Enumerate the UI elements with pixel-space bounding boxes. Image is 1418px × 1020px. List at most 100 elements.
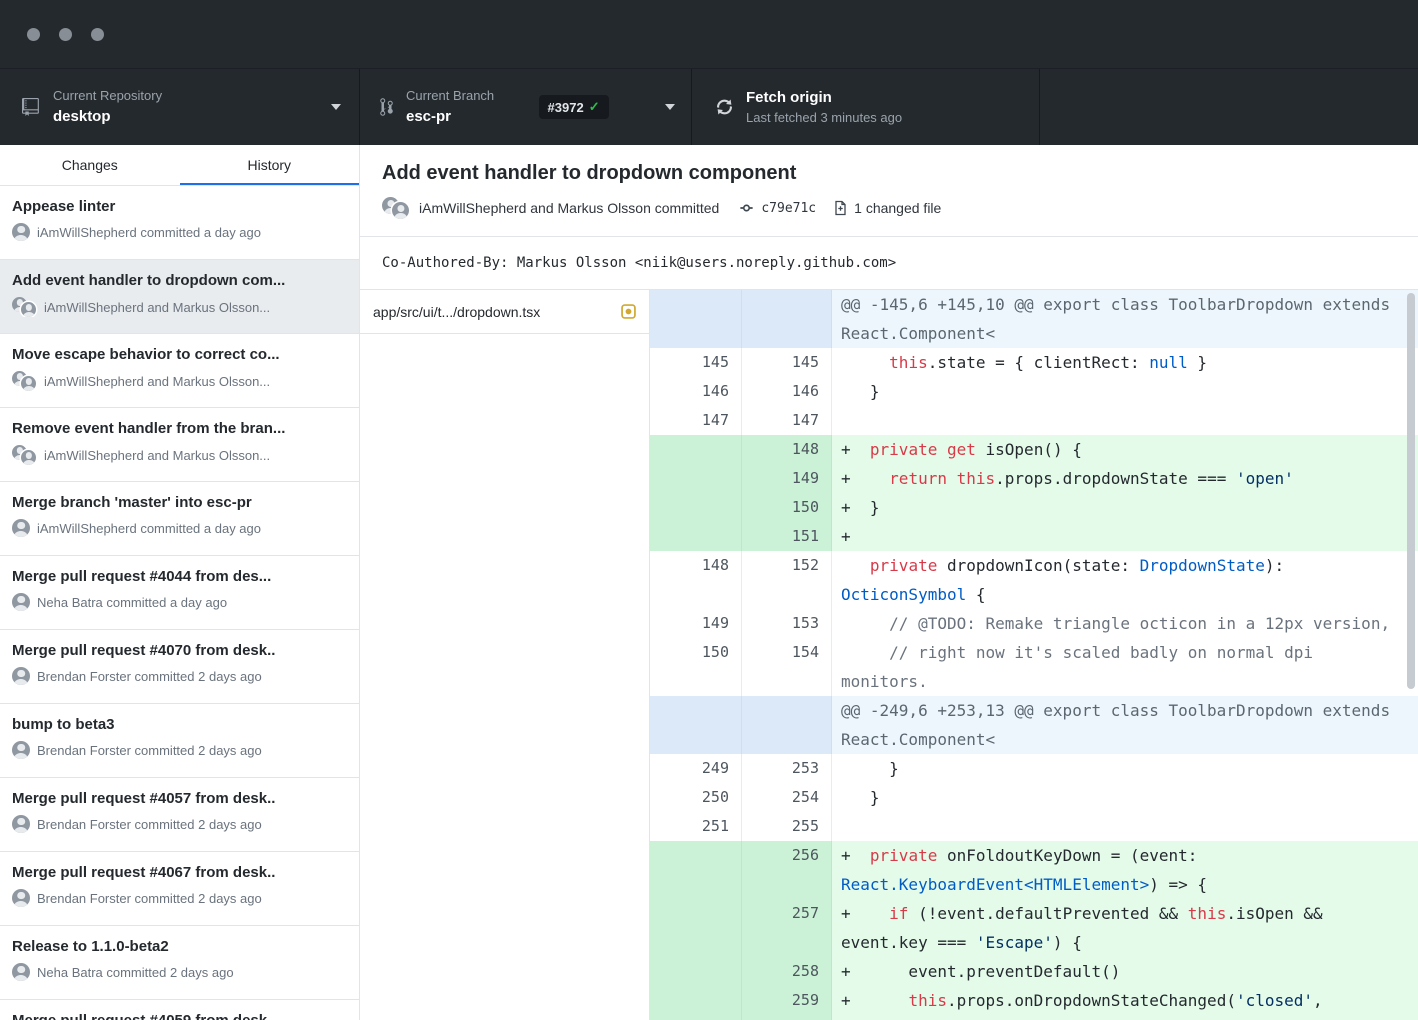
diff-code-line: // @TODO: Remake triangle octicon in a 1…	[832, 609, 1418, 638]
branch-switcher[interactable]: Current Branch esc-pr #3972 ✓	[360, 69, 692, 145]
diff-new-lineno: 256	[742, 841, 832, 899]
commit-avatars	[12, 889, 30, 907]
commit-list-item[interactable]: Merge branch 'master' into esc-pr iAmWil…	[0, 482, 359, 556]
diff-code-line: + private get isOpen() {	[832, 435, 1418, 464]
diff-new-lineno: 257	[742, 899, 832, 957]
commit-meta-row: iAmWillShepherd committed a day ago	[12, 519, 347, 537]
commit-meta-row: Neha Batra committed 2 days ago	[12, 963, 347, 981]
diff-old-lineno: 145	[650, 348, 742, 377]
commit-meta-text: Neha Batra committed a day ago	[37, 595, 227, 610]
commit-meta-row: Brendan Forster committed 2 days ago	[12, 741, 347, 759]
diff-row: 145 145 this.state = { clientRect: null …	[650, 348, 1418, 377]
main-panel: Add event handler to dropdown component …	[360, 145, 1418, 1020]
commit-list-item[interactable]: Merge pull request #4057 from desk.. Bre…	[0, 778, 359, 852]
changed-files-count: 1 changed file	[854, 200, 941, 216]
minimize-button[interactable]	[59, 28, 72, 41]
diff-new-lineno	[742, 290, 832, 348]
diff-code-line: }	[832, 754, 1418, 783]
commit-list-item[interactable]: Move escape behavior to correct co... iA…	[0, 334, 359, 408]
diff-old-lineno	[650, 493, 742, 522]
sidebar-tabs: Changes History	[0, 145, 359, 186]
commit-meta-text: Neha Batra committed 2 days ago	[37, 965, 234, 980]
diff-old-lineno: 147	[650, 406, 742, 435]
commit-title: Release to 1.1.0-beta2	[12, 937, 347, 956]
fetch-origin-button[interactable]: Fetch origin Last fetched 3 minutes ago	[692, 69, 1040, 145]
commit-list-item[interactable]: Merge pull request #4070 from desk.. Bre…	[0, 630, 359, 704]
diff-old-lineno	[650, 464, 742, 493]
commit-title: Remove event handler from the bran...	[12, 419, 347, 438]
sync-icon	[716, 97, 733, 117]
tab-history[interactable]: History	[180, 145, 360, 185]
commit-author-avatars	[382, 197, 410, 219]
commit-list-item[interactable]: Add event handler to dropdown com... iAm…	[0, 260, 359, 334]
diff-old-lineno	[650, 290, 742, 348]
diff-old-lineno: 251	[650, 812, 742, 841]
commit-meta-text: Brendan Forster committed 2 days ago	[37, 817, 262, 832]
diff-row: 249 253 }	[650, 754, 1418, 783]
diff-row: 146 146 }	[650, 377, 1418, 406]
commit-header: Add event handler to dropdown component …	[360, 145, 1418, 237]
diff-code-line: private dropdownIcon(state: DropdownStat…	[832, 551, 1418, 609]
commit-meta-row: iAmWillShepherd and Markus Olsson...	[12, 445, 347, 465]
avatar	[12, 223, 30, 241]
diff-row: 149 + return this.props.dropdownState ==…	[650, 464, 1418, 493]
commit-list-item[interactable]: bump to beta3 Brendan Forster committed …	[0, 704, 359, 778]
file-list-item[interactable]: app/src/ui/t.../dropdown.tsx	[360, 290, 649, 334]
diff-new-lineno: 148	[742, 435, 832, 464]
commit-list-item[interactable]: Appease linter iAmWillShepherd committed…	[0, 186, 359, 260]
diff-code-line: // right now it's scaled badly on normal…	[832, 638, 1418, 696]
diff-old-lineno: 148	[650, 551, 742, 609]
diff-code-line: + private onFoldoutKeyDown = (event: Rea…	[832, 841, 1418, 899]
diff-new-lineno: 154	[742, 638, 832, 696]
diff-row: 258 + event.preventDefault()	[650, 957, 1418, 986]
diff-row: @@ -249,6 +253,13 @@ export class Toolba…	[650, 696, 1418, 754]
diff-new-lineno: 149	[742, 464, 832, 493]
modified-icon	[621, 304, 636, 319]
avatar	[12, 963, 30, 981]
zoom-button[interactable]	[91, 28, 104, 41]
app-window: Current Repository desktop Current Branc…	[0, 0, 1418, 1020]
commit-list-item[interactable]: Merge pull request #4059 from desk..	[0, 1000, 359, 1020]
commit-meta-text: Brendan Forster committed 2 days ago	[37, 743, 262, 758]
avatar	[12, 815, 30, 833]
diff-code-line	[832, 812, 1418, 841]
diff-row: 148 + private get isOpen() {	[650, 435, 1418, 464]
tab-changes[interactable]: Changes	[0, 145, 180, 185]
avatar	[21, 302, 36, 317]
diff-old-lineno	[650, 522, 742, 551]
commit-avatars	[12, 741, 30, 759]
branch-label: Current Branch	[406, 88, 494, 104]
diff-row: 149 153 // @TODO: Remake triangle octico…	[650, 609, 1418, 638]
commit-title: Merge pull request #4044 from des...	[12, 567, 347, 586]
titlebar	[0, 0, 1418, 68]
commit-list-item[interactable]: Merge pull request #4044 from des... Neh…	[0, 556, 359, 630]
commit-meta-text: Brendan Forster committed 2 days ago	[37, 891, 262, 906]
repository-label: Current Repository	[53, 88, 162, 104]
diff-new-lineno: 254	[742, 783, 832, 812]
diff-old-lineno	[650, 841, 742, 899]
diff-old-lineno	[650, 696, 742, 754]
diff-new-lineno: 150	[742, 493, 832, 522]
commit-avatars	[12, 963, 30, 981]
commit-meta: iAmWillShepherd and Markus Olsson commit…	[382, 197, 1396, 219]
diff-code-line: + this.props.onDropdownStateChanged('clo…	[832, 986, 1418, 1020]
commit-avatars	[12, 593, 30, 611]
close-button[interactable]	[27, 28, 40, 41]
diff-row: 150 154 // right now it's scaled badly o…	[650, 638, 1418, 696]
diff-row: @@ -145,6 +145,10 @@ export class Toolba…	[650, 290, 1418, 348]
commit-list-item[interactable]: Release to 1.1.0-beta2 Neha Batra commit…	[0, 926, 359, 1000]
commit-avatars	[12, 223, 30, 241]
diff-new-lineno: 255	[742, 812, 832, 841]
commit-list-item[interactable]: Remove event handler from the bran... iA…	[0, 408, 359, 482]
diff-code-line	[832, 406, 1418, 435]
diff-new-lineno: 153	[742, 609, 832, 638]
repository-switcher[interactable]: Current Repository desktop	[0, 69, 360, 145]
git-branch-icon	[380, 97, 393, 117]
commit-list-item[interactable]: Merge pull request #4067 from desk.. Bre…	[0, 852, 359, 926]
repo-book-icon	[22, 98, 40, 116]
diff-old-lineno	[650, 899, 742, 957]
diff-code-line: + }	[832, 493, 1418, 522]
diff-scrollbar-thumb[interactable]	[1407, 293, 1415, 689]
toolbar-spacer	[1040, 69, 1418, 145]
diff-old-lineno: 149	[650, 609, 742, 638]
